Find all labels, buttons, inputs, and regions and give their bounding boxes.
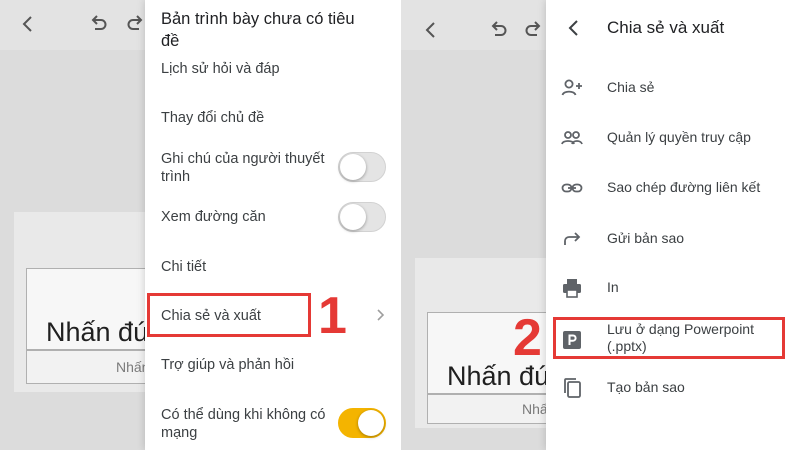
redo-icon[interactable] [522,18,546,42]
menu-item-share[interactable]: Chia sẻ [546,68,800,108]
menu-item-label: Tạo bản sao [607,379,685,395]
menu-item-label: Xem đường căn [161,209,266,225]
left-screenshot-panel: Nhấn đúp Nhấn Bản trình bày chưa có tiêu… [0,0,400,450]
menu-item-help-feedback[interactable]: Trợ giúp và phản hồi [145,352,400,382]
menu-item-label: Trợ giúp và phản hồi [161,357,295,373]
guides-toggle[interactable] [338,202,386,232]
menu-item-label: Gửi bản sao [607,230,685,246]
menu-item-details[interactable]: Chi tiết [145,254,400,284]
back-arrow-icon[interactable] [419,18,443,42]
undo-icon[interactable] [86,12,110,36]
menu-item-label: Quản lý quyền truy cập [607,129,751,145]
menu-item-label: Có thể dùng khi không có mạng [161,407,326,441]
toggle-knob [358,410,384,436]
menu-item-label: Chia sẻ [607,79,655,95]
offline-toggle[interactable] [338,408,386,438]
menu-item-label: Sao chép đường liên kết [607,179,761,195]
people-icon [560,126,584,150]
presentation-menu: Bản trình bày chưa có tiêu đề Lịch sử hỏ… [145,0,400,450]
back-arrow-icon[interactable] [16,12,40,36]
menu-item-manage-access[interactable]: Quản lý quyền truy cập [546,118,800,158]
step-number-label: 1 [318,287,347,345]
menu-item-label: Chi tiết [161,259,207,275]
share-export-header-title: Chia sẻ và xuất [607,18,725,37]
menu-item-qa-history[interactable]: Lịch sử hỏi và đáp [145,57,400,87]
highlight-box-save-pptx [553,317,785,359]
menu-item-guides[interactable]: Xem đường căn [145,200,400,234]
printer-icon [560,276,584,300]
person-add-icon [560,76,584,100]
share-export-menu: Chia sẻ và xuất Chia sẻ Quản lý quyền tr… [546,0,800,450]
toggle-knob [340,204,366,230]
chevron-right-icon [372,307,388,323]
link-icon [560,176,584,200]
menu-item-copy-link[interactable]: Sao chép đường liên kết [546,168,800,208]
menu-item-label: Lịch sử hỏi và đáp [161,61,280,77]
copy-icon [560,376,584,400]
highlight-box-share-export [147,293,311,337]
speaker-notes-toggle[interactable] [338,152,386,182]
menu-item-print[interactable]: In [546,268,800,308]
forward-icon [560,227,584,251]
slide-subtitle-text: Nhấ [522,401,548,417]
menu-item-label: Thay đổi chủ đề [161,110,265,126]
menu-item-label: Ghi chú của người thuyết trình [161,151,325,185]
menu-item-send-copy[interactable]: Gửi bản sao [546,219,800,259]
toggle-knob [340,154,366,180]
menu-item-make-copy[interactable]: Tạo bản sao [546,368,800,408]
menu-item-change-theme[interactable]: Thay đổi chủ đề [145,106,400,136]
menu-item-offline[interactable]: Có thể dùng khi không có mạng [145,404,400,448]
menu-presentation-title: Bản trình bày chưa có tiêu đề [161,10,355,50]
undo-icon[interactable] [486,18,510,42]
back-arrow-icon[interactable] [562,16,586,40]
menu-item-label: In [607,279,619,295]
step-number-label: 2 [513,309,542,367]
right-screenshot-panel: Nhấn đú Nhấ Chia sẻ và xuất Chia sẻ Quản… [401,0,800,450]
menu-item-speaker-notes[interactable]: Ghi chú của người thuyết trình [145,146,400,190]
